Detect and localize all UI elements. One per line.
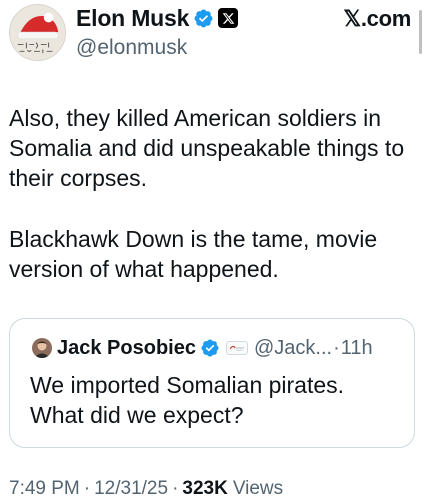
- views-count: 323K: [182, 478, 228, 499]
- views-label: Views: [232, 478, 284, 499]
- tweet-time[interactable]: 7:49 PM: [9, 478, 80, 500]
- author-name-row: Elon Musk: [76, 4, 326, 32]
- author-handle[interactable]: @elonmusk: [76, 36, 326, 60]
- quoted-separator: ·: [333, 336, 340, 359]
- quoted-tweet-header: Jack Posobiec @Jack... · 11h: [32, 335, 373, 361]
- quoted-avatar[interactable]: [32, 338, 52, 358]
- avatar[interactable]: [9, 4, 66, 61]
- tweet-paragraph: Blackhawk Down is the tame, movie versio…: [9, 226, 378, 282]
- quoted-handle[interactable]: @Jack...: [254, 337, 332, 360]
- santa-hat-avatar-icon: [10, 5, 65, 60]
- affiliate-badge-icon: [225, 341, 248, 355]
- quoted-display-name[interactable]: Jack Posobiec: [57, 337, 196, 360]
- scrollbar[interactable]: [419, 10, 422, 54]
- meta-separator: ·: [172, 478, 179, 499]
- tweet-paragraph: Also, they killed American soldiers in S…: [9, 105, 405, 191]
- quoted-tweet-card[interactable]: Jack Posobiec @Jack... · 11h We imported…: [9, 318, 415, 448]
- tweet-date[interactable]: 12/31/25: [94, 478, 168, 500]
- quoted-timestamp[interactable]: 11h: [341, 337, 373, 360]
- author-block: Elon Musk @elonmusk: [76, 4, 326, 60]
- author-display-name[interactable]: Elon Musk: [76, 5, 189, 32]
- x-logo-icon: [218, 8, 239, 28]
- verified-badge-icon: [201, 339, 219, 357]
- verified-badge-icon: [194, 9, 213, 27]
- quoted-tweet-text: We imported Somalian pirates. What did w…: [30, 372, 345, 428]
- tweet-header: Elon Musk @elonmusk 𝕏.com: [9, 4, 411, 64]
- tweet-meta: 7:49 PM · 12/31/25 · 323K Views: [9, 478, 283, 500]
- site-label: 𝕏.com: [343, 6, 411, 31]
- tweet-body: Also, they killed American soldiers in S…: [9, 103, 409, 284]
- tweet-screenshot: Elon Musk @elonmusk 𝕏.com Also, they kil…: [0, 0, 425, 500]
- meta-separator: ·: [83, 478, 91, 499]
